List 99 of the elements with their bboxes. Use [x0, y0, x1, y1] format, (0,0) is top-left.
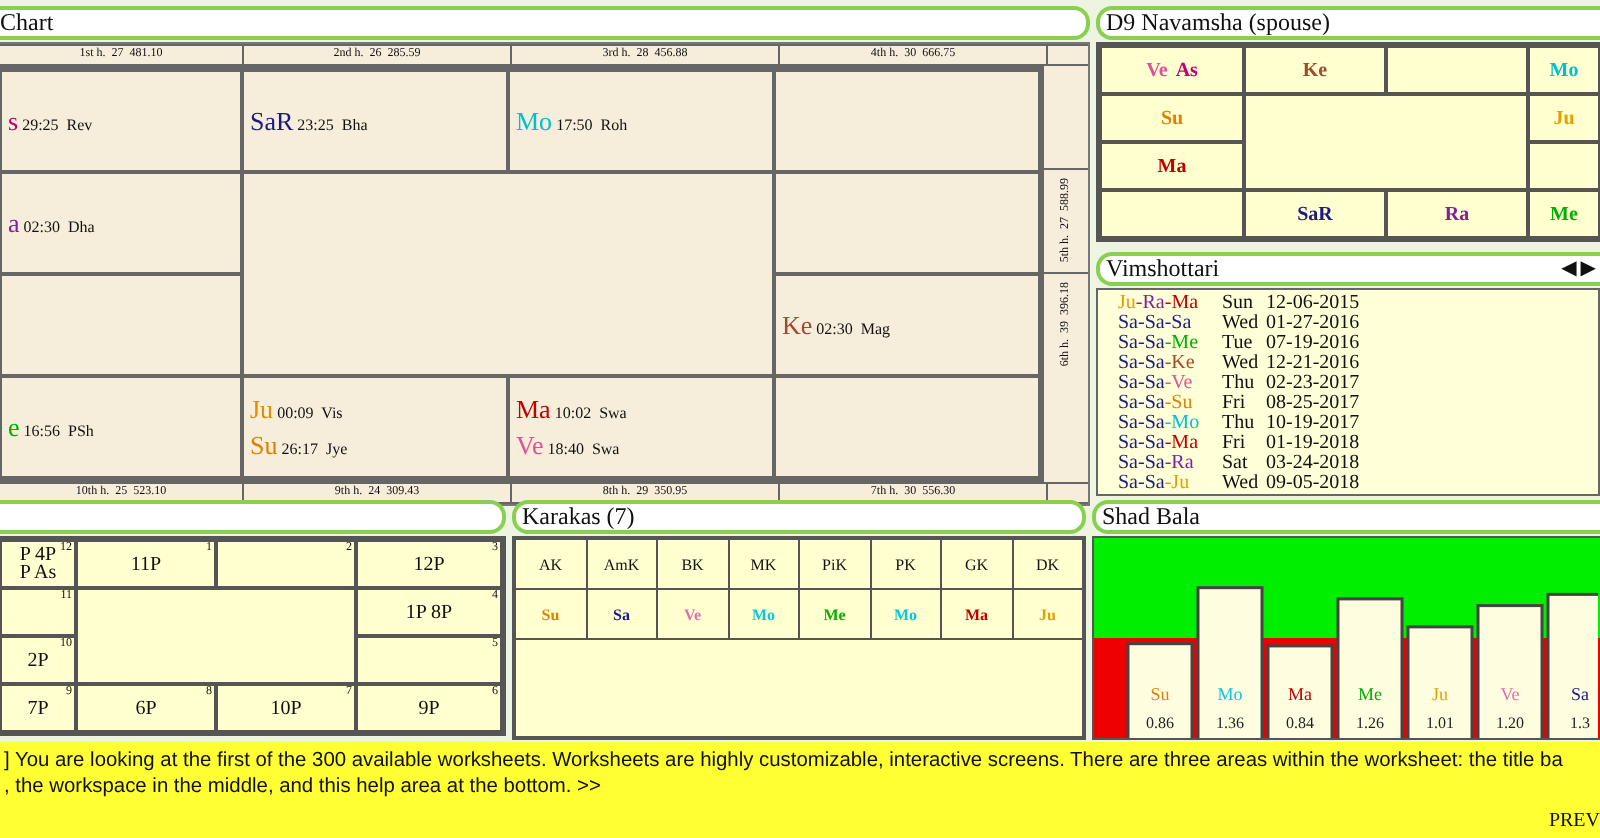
house-contents: 9P [418, 699, 440, 717]
dasha-lords: Sa-Sa-Ve [1118, 374, 1195, 394]
planet-position: Su 26:17 Jye [250, 429, 350, 461]
dasha-day: Wed [1222, 354, 1266, 374]
planet-label: SaR [1297, 203, 1333, 225]
value-label: 0.86 [1146, 714, 1174, 732]
planet-position: a 02:30 Dha [8, 207, 97, 239]
value-label: 1.26 [1356, 714, 1384, 732]
dasha-date: 03-24-2018 [1266, 454, 1360, 474]
planet-position: SaR 23:25 Bha [250, 105, 370, 137]
table-header: AmK [587, 540, 658, 588]
dasha-day: Wed [1222, 314, 1266, 334]
dasha-date: 09-05-2018 [1266, 474, 1360, 494]
planet-label: Ke [1302, 59, 1328, 81]
table-header: DK [1033, 553, 1062, 577]
planet-label: Ju [1553, 107, 1575, 129]
house-contents: P 4P P As [19, 546, 57, 582]
table-header: PiK [800, 540, 871, 588]
planet-label: Ve [1146, 59, 1168, 81]
dasha-day: Fri [1222, 434, 1266, 454]
bar-label: Mo [1217, 684, 1243, 704]
help-text: , the workspace in the middle, and this help area at the bottom. >> [4, 774, 603, 800]
planet-position: Mo 17:50 Roh [516, 105, 630, 137]
dasha-day: Sun [1222, 294, 1266, 314]
house-contents: 7P [27, 699, 49, 717]
dasha-day: Fri [1222, 394, 1266, 414]
prev-link[interactable]: PREV [1548, 810, 1600, 838]
house-contents: 6P [135, 699, 157, 717]
dasha-date: 10-19-2017 [1266, 414, 1360, 434]
panel-title: D9 Navamsha (spouse) [1106, 10, 1330, 36]
dasha-lords: Sa-Sa-Su [1118, 394, 1195, 414]
value-label: 0.84 [1286, 714, 1314, 732]
dasha-date: 12-21-2016 [1266, 354, 1360, 374]
dasha-date: 01-27-2016 [1266, 314, 1360, 334]
dasha-day: Thu [1222, 374, 1266, 394]
table-cell: Su [516, 590, 587, 638]
bar-label: Sa [1571, 684, 1589, 704]
table-header: BK [658, 540, 729, 588]
dasha-date: 01-19-2018 [1266, 434, 1360, 454]
value-label: 1.01 [1426, 714, 1454, 732]
dasha-lords: Sa-Sa-Sa [1118, 314, 1194, 334]
panel-title: Karakas (7) [522, 504, 635, 530]
previous-arrow[interactable]: ◀ [1561, 256, 1577, 282]
house-contents: 1P 8P [405, 603, 453, 621]
value-label: 1.3 [1570, 714, 1590, 732]
table-cell: Me [800, 590, 871, 638]
bar-label: Ve [1500, 684, 1520, 704]
house-contents: 11P [130, 555, 162, 573]
dasha-lords: Sa-Sa-Ke [1118, 354, 1197, 374]
planet-label: As [1175, 59, 1198, 81]
bar-label: Ma [1288, 684, 1312, 704]
table-cell: Mo [871, 590, 942, 638]
table-header: MK [729, 540, 800, 588]
house-contents: 12P [413, 555, 445, 573]
table-cell: Ve [658, 590, 729, 638]
value-label: 1.36 [1216, 714, 1244, 732]
planet-position: Ma 10:02 Swa [516, 393, 629, 425]
value-label: 1.20 [1496, 714, 1524, 732]
dasha-lords: Sa-Sa-Ma [1118, 434, 1201, 454]
planet-label: Me [1550, 203, 1578, 225]
dasha-date: 07-19-2016 [1266, 334, 1360, 354]
planet-position: Ve 18:40 Swa [516, 429, 622, 461]
planet-label: Ma [1157, 155, 1187, 177]
table-cell-text: Ju [1037, 603, 1058, 627]
panel-title: Shad Bala [1102, 504, 1200, 530]
table-cell: Sa [587, 590, 658, 638]
table-header: PK [871, 540, 942, 588]
bar-label: Ju [1432, 684, 1448, 704]
table-cell: Mo [729, 590, 800, 638]
panel-title: Vimshottari [1106, 256, 1220, 282]
dasha-lords: Sa-Sa-Mo [1118, 414, 1202, 434]
table-header: GK [942, 540, 1013, 588]
dasha-day: Wed [1222, 474, 1266, 494]
dasha-date: 12-06-2015 [1266, 294, 1360, 314]
bar-label: Me [1358, 684, 1382, 704]
planet-position: Ju 00:09 Vis [250, 393, 345, 425]
dasha-lords: Sa-Sa-Ra [1118, 454, 1196, 474]
dasha-day: Tue [1222, 334, 1266, 354]
planet-position: e 16:56 PSh [8, 411, 96, 443]
panel-title: Chart [0, 10, 54, 36]
help-text: ] You are looking at the first of the 300 available worksheets. Worksheets are highly customizable, interactive screens. There are three areas within the worksheet: the title ba [4, 748, 1565, 774]
planet-label: Ra [1444, 203, 1470, 225]
planet-label: Mo [1549, 59, 1579, 81]
table-header: AK [516, 540, 587, 588]
dasha-lords: Ju-Ra-Ma [1118, 294, 1201, 314]
dasha-lords: Sa-Sa-Me [1118, 334, 1201, 354]
next-arrow[interactable]: ▶ [1580, 256, 1596, 282]
dasha-lords: Sa-Sa-Ju [1118, 474, 1192, 494]
dasha-day: Sat [1222, 454, 1266, 474]
dasha-date: 08-25-2017 [1266, 394, 1360, 414]
planet-position: s 29:25 Rev [8, 105, 95, 137]
house-contents: 10P [270, 699, 302, 717]
table-cell: Ma [942, 590, 1013, 638]
planet-label: Su [1160, 107, 1184, 129]
dasha-date: 02-23-2017 [1266, 374, 1360, 394]
dasha-day: Thu [1222, 414, 1266, 434]
planet-position: Ke 02:30 Mag [782, 309, 893, 341]
bar-label: Su [1150, 684, 1170, 704]
house-contents: 2P [27, 651, 49, 669]
